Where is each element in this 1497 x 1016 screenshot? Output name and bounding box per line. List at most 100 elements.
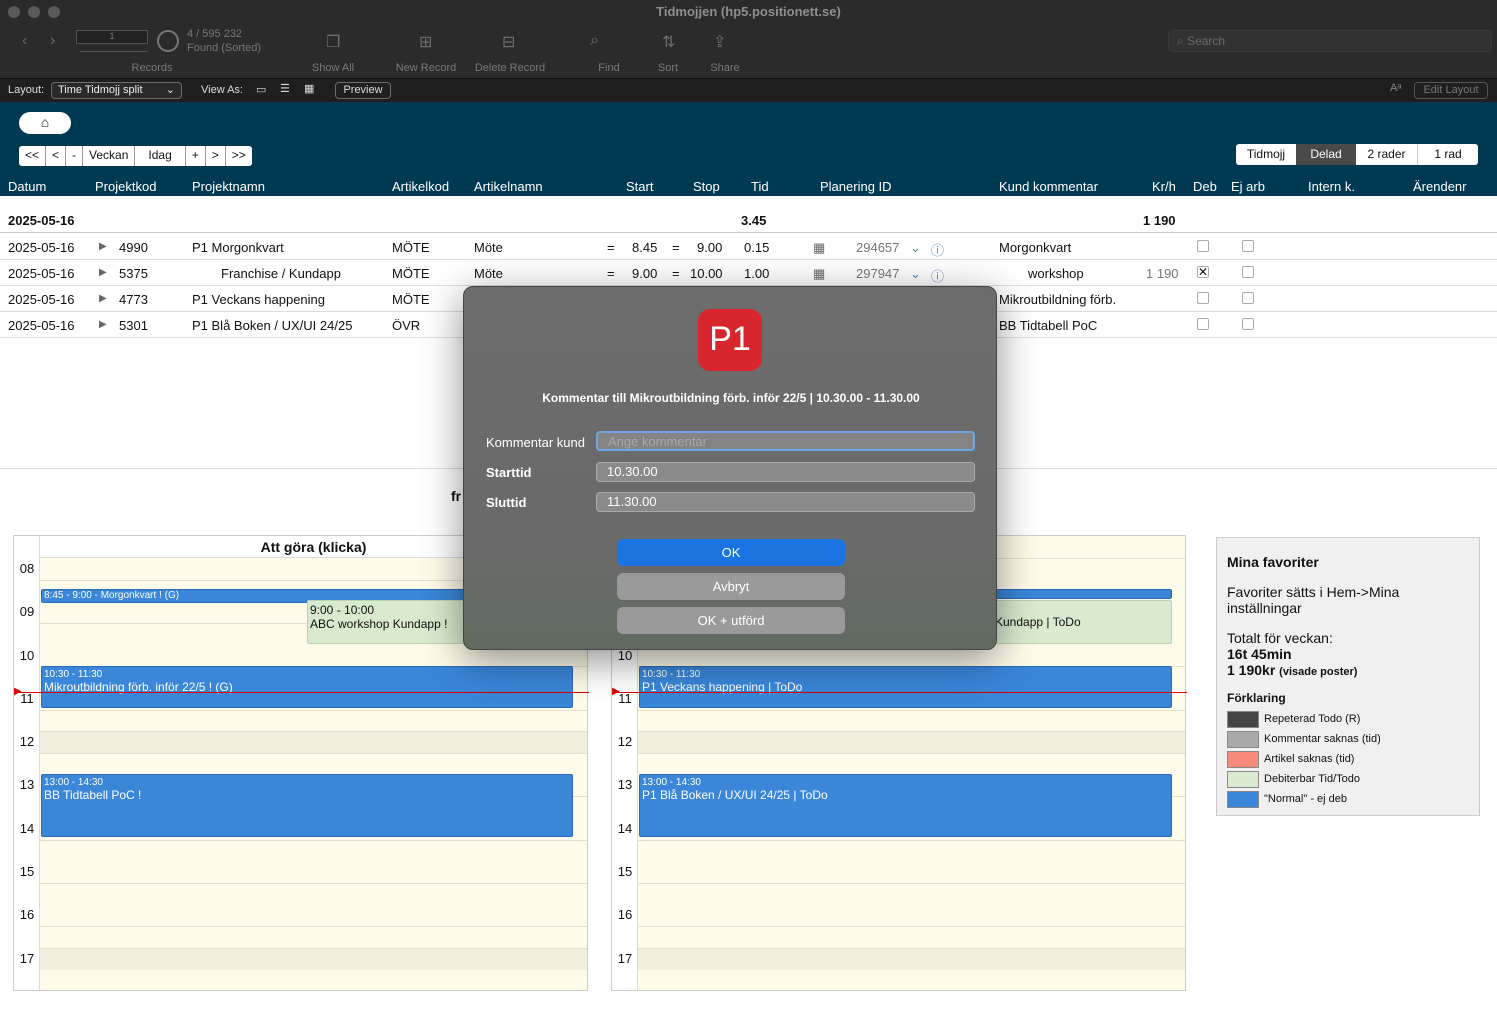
ok-utford-button[interactable]: OK + utförd [617,607,845,634]
table-view-icon[interactable]: ▦ [304,82,314,95]
ok-button[interactable]: OK [617,539,845,566]
row-start[interactable]: 8.45 [632,240,657,255]
calendar-event[interactable] [992,589,1172,599]
find-icon[interactable]: ⌕ [590,32,599,50]
show-all-button[interactable]: Show All [303,62,363,74]
info-icon[interactable]: ⓘ [931,266,944,285]
ejarb-checkbox[interactable] [1242,292,1254,304]
calendar-event[interactable]: 10:30 - 11:30 Mikroutbildning förb. inför… [41,666,573,708]
row-stop[interactable]: 10.00 [690,266,723,281]
row-stop-equals[interactable]: = [672,240,680,255]
row-start[interactable]: 9.00 [632,266,657,281]
view-2rader-tab[interactable]: 2 rader [1356,144,1418,165]
calendar-event[interactable]: 9:00 - 10:00 ABC workshop Kundapp ! [307,600,477,644]
view-1rad-tab[interactable]: 1 rad [1418,144,1478,165]
nav-today-button[interactable]: Idag [135,146,186,166]
expand-triangle-icon[interactable]: ▶ [99,267,107,278]
row-artikelkod[interactable]: MÖTE [392,240,430,255]
row-start-equals[interactable]: = [607,266,615,281]
view-delad-tab[interactable]: Delad [1296,144,1356,165]
row-projektnamn[interactable]: Franchise / Kundapp [221,266,341,281]
info-icon[interactable]: ⓘ [931,240,944,259]
sluttid-input[interactable]: 11.30.00 [596,492,975,512]
sort-button[interactable]: Sort [645,62,691,74]
share-button[interactable]: Share [700,62,750,74]
row-start-equals[interactable]: = [607,240,615,255]
row-artikelkod[interactable]: MÖTE [392,292,430,307]
calendar-icon[interactable]: ▦ [813,266,825,282]
row-artikelkod[interactable]: ÖVR [392,318,420,333]
calendar-icon[interactable]: ▦ [813,240,825,256]
col-ejarb[interactable]: Ej arb [1231,179,1265,194]
view-tidmojj-tab[interactable]: Tidmojj [1236,144,1296,165]
row-kund-kommentar[interactable]: BB Tidtabell PoC [999,318,1097,333]
nav-next-button[interactable]: > [206,146,226,166]
calendar-event[interactable]: 10:30 - 11:30 P1 Veckans happening | ToDo [639,666,1172,708]
kommentar-input[interactable]: Ange kommentar [596,431,975,451]
deb-checkbox[interactable] [1197,240,1209,252]
delete-record-button[interactable]: Delete Record [470,62,550,74]
edit-layout-button[interactable]: Edit Layout [1414,82,1488,99]
expand-triangle-icon[interactable]: ▶ [99,241,107,252]
ejarb-checkbox[interactable] [1242,266,1254,278]
share-icon[interactable]: ⇪ [713,32,726,52]
col-tid[interactable]: Tid [751,179,769,194]
nav-minus-button[interactable]: - [66,146,84,166]
nav-prev-button[interactable]: < [46,146,67,166]
row-projektnamn[interactable]: P1 Blå Boken / UX/UI 24/25 [192,318,352,333]
record-slider[interactable] [80,44,148,52]
starttid-input[interactable]: 10.30.00 [596,462,975,482]
layout-select[interactable]: Time Tidmojj split ⌄ [51,82,182,99]
search-input[interactable]: ⌕ Search [1168,30,1492,52]
forward-arrow-icon[interactable]: › [50,32,55,50]
row-stop-equals[interactable]: = [672,266,680,281]
nav-week-button[interactable]: Veckan [83,146,136,166]
chevron-down-icon[interactable]: ⌄ [910,266,921,282]
row-stop[interactable]: 9.00 [697,240,722,255]
row-artikelkod[interactable]: MÖTE [392,266,430,281]
col-planering[interactable]: Planering ID [820,179,892,194]
col-stop[interactable]: Stop [693,179,720,194]
show-all-icon[interactable]: ❐ [326,32,340,52]
ejarb-checkbox[interactable] [1242,318,1254,330]
sort-icon[interactable]: ⇅ [662,32,675,52]
deb-checkbox[interactable] [1197,292,1209,304]
nav-last-button[interactable]: >> [226,146,252,166]
deb-checkbox[interactable] [1197,318,1209,330]
table-row[interactable]: 2025-05-16 ▶ 5375 Franchise / Kundapp MÖ… [0,260,1497,286]
col-datum[interactable]: Datum [8,179,46,194]
nav-plus-button[interactable]: + [186,146,206,166]
row-projektnamn[interactable]: P1 Veckans happening [192,292,325,307]
list-view-icon[interactable]: ☰ [280,82,290,95]
deb-checkbox-checked[interactable]: ✕ [1197,266,1209,278]
row-planering[interactable]: 294657 [856,240,899,255]
expand-triangle-icon[interactable]: ▶ [99,319,107,330]
home-button[interactable]: ⌂ [19,112,71,134]
calendar-event[interactable]: 13:00 - 14:30 BB Tidtabell PoC ! [41,774,573,837]
find-button[interactable]: Find [585,62,633,74]
nav-first-button[interactable]: << [19,146,47,166]
ejarb-checkbox[interactable] [1242,240,1254,252]
back-arrow-icon[interactable]: ‹ [22,32,27,50]
avbryt-button[interactable]: Avbryt [617,573,845,600]
row-kund-kommentar[interactable]: workshop [1028,266,1084,281]
record-number-input[interactable]: 1 [76,30,148,44]
calendar-event[interactable]: 13:00 - 14:30 P1 Blå Boken / UX/UI 24/25 … [639,774,1172,837]
row-kund-kommentar[interactable]: Mikroutbildning förb. [999,292,1116,307]
form-view-icon[interactable]: ▭ [256,83,266,96]
delete-record-icon[interactable]: ⊟ [502,32,515,52]
new-record-icon[interactable]: ⊞ [419,32,432,52]
col-kund-kommentar[interactable]: Kund kommentar [999,179,1098,194]
chevron-down-icon[interactable]: ⌄ [910,240,921,256]
col-projektkod[interactable]: Projektkod [95,179,156,194]
col-arendenr[interactable]: Ärendenr [1413,179,1466,194]
col-start[interactable]: Start [626,179,653,194]
col-artikelnamn[interactable]: Artikelnamn [474,179,543,194]
preview-button[interactable]: Preview [335,82,391,99]
row-projektnamn[interactable]: P1 Morgonkvart [192,240,284,255]
text-format-icon[interactable]: Aᵃ [1390,82,1401,94]
row-planering[interactable]: 297947 [856,266,899,281]
row-kund-kommentar[interactable]: Morgonkvart [999,240,1071,255]
col-artikelkod[interactable]: Artikelkod [392,179,449,194]
col-intern[interactable]: Intern k. [1308,179,1355,194]
